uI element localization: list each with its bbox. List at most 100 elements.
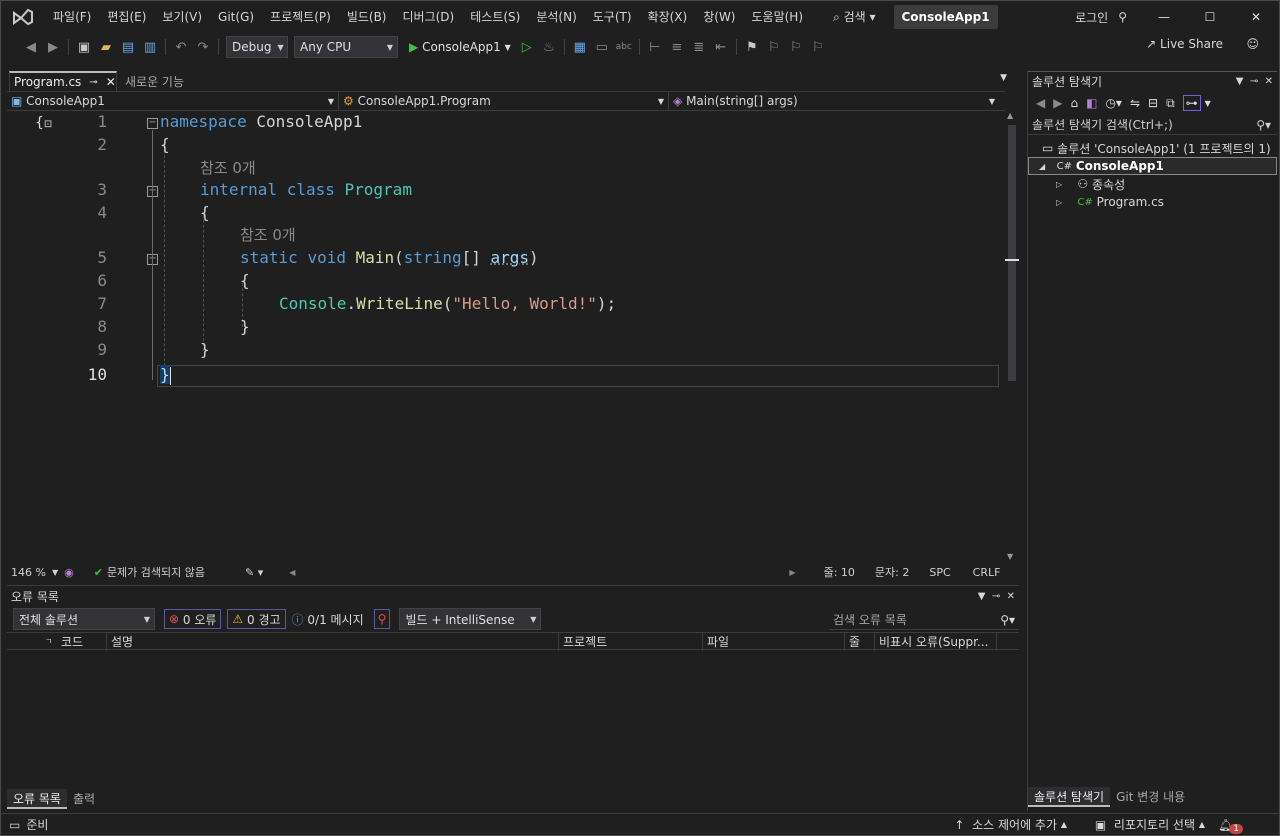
save-icon[interactable]: ▤	[118, 37, 138, 57]
col-header-line[interactable]: 줄	[845, 633, 875, 651]
solution-search-input[interactable]: 솔루션 탐색기 검색(Ctrl+;) ⚲▾	[1028, 115, 1277, 135]
pane-menu-icon[interactable]: ▼	[1236, 76, 1244, 87]
pin-icon[interactable]: ⊸	[1250, 76, 1258, 87]
pending-changes-icon[interactable]: ◷▾	[1105, 96, 1122, 110]
hot-reload-icon[interactable]: ♨	[539, 37, 559, 57]
codelens-references[interactable]: 참조 0개	[200, 157, 256, 179]
forward-icon[interactable]: ▶	[43, 37, 63, 57]
notifications-button[interactable]: 🔔︎ 1	[1218, 816, 1243, 834]
col-header-suppression[interactable]: 비표시 오류(Suppr...	[875, 633, 997, 651]
layout-icon[interactable]: ▭	[592, 37, 612, 57]
close-icon[interactable]: ✕	[1007, 591, 1015, 602]
maximize-button[interactable]: ☐	[1187, 1, 1233, 33]
menu-item[interactable]: 도움말(H)	[744, 1, 812, 33]
issues-status[interactable]: 문제가 검색되지 않음	[107, 564, 205, 580]
warnings-filter-button[interactable]: ⚠ 0 경고	[227, 609, 286, 629]
class-dropdown[interactable]: ⚙ ConsoleApp1.Program ▼	[339, 92, 669, 110]
line-ending-indicator[interactable]: CRLF	[973, 566, 1001, 579]
tab-git-changes[interactable]: Git 변경 내용	[1110, 787, 1191, 807]
collapse-arrow-icon[interactable]: ▷	[1056, 180, 1062, 189]
account-settings-icon[interactable]: ⚲	[1114, 10, 1141, 24]
new-item-icon[interactable]: ▣	[74, 37, 94, 57]
pin-icon[interactable]: ⊸	[992, 591, 1000, 602]
column-indicator[interactable]: 문자: 2	[875, 564, 909, 580]
expand-icon[interactable]: ◢	[1039, 162, 1045, 171]
solution-platform-select[interactable]: Any CPU ▼	[294, 36, 398, 58]
open-folder-icon[interactable]: ▰	[96, 37, 116, 57]
tab-overflow-icon[interactable]: ▼	[1000, 73, 1007, 83]
uncomment-icon[interactable]: ≣	[689, 37, 709, 57]
code-cleanup-icon[interactable]: ✎ ▾	[245, 566, 263, 579]
prev-bookmark-icon[interactable]: ⚐	[764, 37, 784, 57]
menu-item[interactable]: Git(G)	[210, 1, 262, 33]
switch-views-icon[interactable]: ◧	[1086, 96, 1097, 110]
tab-error-list[interactable]: 오류 목록	[7, 789, 67, 809]
show-all-files-icon[interactable]: ⧉	[1166, 96, 1175, 111]
menu-item[interactable]: 창(W)	[695, 1, 743, 33]
next-bookmark-icon[interactable]: ⚐	[786, 37, 806, 57]
properties-icon[interactable]: ⊶	[1182, 95, 1201, 111]
back-icon[interactable]: ◀	[1036, 96, 1045, 110]
tab-output[interactable]: 출력	[67, 789, 101, 809]
errors-filter-button[interactable]: ⊗ 0 오류	[164, 609, 222, 629]
close-icon[interactable]: ✕	[1265, 76, 1273, 87]
more-options-icon[interactable]: ▼	[1205, 99, 1211, 108]
scroll-up-arrow[interactable]: ▲	[1007, 111, 1013, 120]
login-button[interactable]: 로그인	[1069, 9, 1114, 26]
whitespace-indicator[interactable]: SPC	[929, 566, 950, 579]
col-header-project[interactable]: 프로젝트	[559, 633, 703, 651]
close-button[interactable]: ✕	[1233, 1, 1279, 33]
close-tab-icon[interactable]: ✕	[106, 75, 116, 89]
member-dropdown[interactable]: ◈ Main(string[] args) ▼	[669, 92, 999, 110]
collapse-arrow-icon[interactable]: ▷	[1056, 198, 1062, 207]
scroll-thumb[interactable]	[1008, 125, 1016, 381]
bookmark-icon[interactable]: ⚑	[742, 37, 762, 57]
tab-solution-explorer[interactable]: 솔루션 탐색기	[1028, 787, 1111, 807]
select-repository-button[interactable]: ▣ 리포지토리 선택 ▲	[1095, 816, 1205, 833]
menu-item[interactable]: 빌드(B)	[339, 1, 395, 33]
minimize-button[interactable]: —	[1141, 1, 1187, 33]
sync-icon[interactable]: ⇋	[1130, 96, 1140, 110]
undo-icon[interactable]: ↶	[171, 37, 191, 57]
spell-check-icon[interactable]: abc	[614, 37, 634, 57]
menu-item[interactable]: 분석(N)	[528, 1, 584, 33]
menu-item[interactable]: 디버그(D)	[395, 1, 463, 33]
codelens-references[interactable]: 참조 0개	[240, 224, 296, 246]
line-indicator[interactable]: 줄: 10	[824, 564, 855, 580]
tree-item-solution[interactable]: ▭ 솔루션 'ConsoleApp1' (1 프로젝트의 1)	[1028, 139, 1277, 157]
tab-whats-new[interactable]: 새로운 기능	[121, 71, 188, 91]
menu-item[interactable]: 도구(T)	[585, 1, 640, 33]
pin-icon[interactable]: ⊸	[89, 77, 97, 88]
scroll-right-arrow[interactable]: ▶	[789, 568, 795, 577]
global-search[interactable]: ⌕ 검색 ▾	[825, 1, 883, 33]
tab-program-cs[interactable]: Program.cs ⊸ ✕	[9, 71, 117, 91]
col-header-file[interactable]: 파일	[703, 633, 845, 651]
forward-icon[interactable]: ▶	[1053, 96, 1062, 110]
tree-item-program-cs[interactable]: ▷ C# Program.cs	[1028, 193, 1277, 211]
outdent-icon[interactable]: ⇤	[711, 37, 731, 57]
messages-filter-button[interactable]: ⓘ 0/1 메시지	[292, 611, 364, 628]
back-icon[interactable]: ◀	[21, 37, 41, 57]
menu-item[interactable]: 편집(E)	[99, 1, 154, 33]
quick-actions-icon[interactable]: {⊡	[35, 115, 52, 131]
menu-item[interactable]: 보기(V)	[154, 1, 210, 33]
live-share-button[interactable]: ↗ Live Share	[1146, 37, 1223, 51]
col-header-code[interactable]: 코드	[57, 633, 107, 651]
menu-item[interactable]: 프로젝트(P)	[262, 1, 339, 33]
add-to-source-control-button[interactable]: ↑ 소스 제어에 추가 ▲	[954, 816, 1067, 833]
start-without-debugging-icon[interactable]: ▷	[517, 37, 537, 57]
home-icon[interactable]: ⌂	[1070, 96, 1078, 110]
browse-icon[interactable]: ▦	[570, 37, 590, 57]
tree-item-project[interactable]: ◢ C# ConsoleApp1	[1028, 157, 1277, 175]
editor-vertical-scrollbar[interactable]: ▲ ▼	[1005, 111, 1019, 563]
start-debugging-button[interactable]: ▶ ConsoleApp1 ▼	[409, 40, 511, 54]
format-icon[interactable]: ⊢	[645, 37, 665, 57]
menu-item[interactable]: 확장(X)	[640, 1, 696, 33]
copilot-icon[interactable]: ◉	[64, 566, 74, 579]
code-editor[interactable]: {⊡ 12345678910 − − − namespace ConsoleAp…	[7, 111, 999, 563]
error-search-input[interactable]: 검색 오류 목록 ⚲▾	[829, 610, 1019, 630]
fold-toggle[interactable]: −	[147, 118, 158, 129]
zoom-level[interactable]: 146 %	[11, 566, 46, 579]
filter-icon[interactable]: ⚲	[373, 609, 391, 629]
save-all-icon[interactable]: ▥	[140, 37, 160, 57]
